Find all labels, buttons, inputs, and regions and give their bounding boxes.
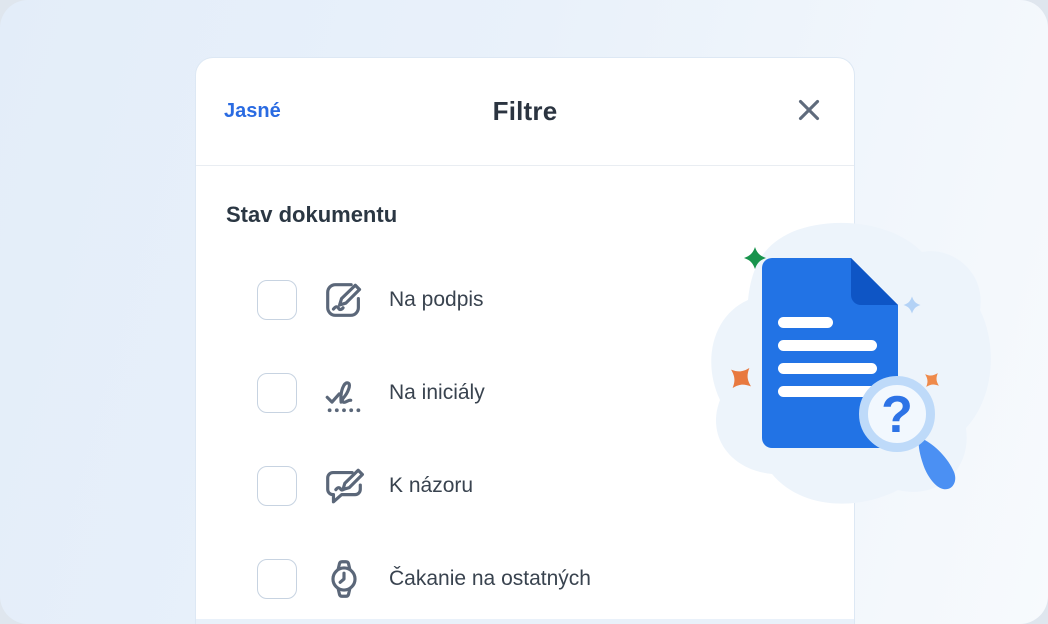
filter-label: Na iniciály (389, 381, 485, 404)
filter-label: Čakanie na ostatných (389, 567, 591, 590)
sparkle-blue-icon (903, 296, 921, 314)
filter-screen: Jasné Filtre Stav dokumentu Na podpis Na… (0, 0, 1048, 624)
section-title: Stav dokumentu (226, 202, 398, 227)
sign-document-icon (321, 277, 367, 323)
comment-pen-icon (321, 463, 367, 509)
filter-rows: Na podpis Na iniciály K názoru Čakanie n… (226, 280, 824, 599)
watch-icon (321, 556, 367, 602)
svg-text:?: ? (881, 386, 913, 444)
checkbox-na-inicialy[interactable] (257, 373, 297, 413)
magnifier-handle (918, 438, 956, 490)
clear-filters-button[interactable]: Jasné (224, 100, 281, 123)
sparkle-orange-right-icon (925, 373, 939, 387)
close-button[interactable] (792, 95, 826, 129)
filter-label: K názoru (389, 474, 474, 497)
filter-row-na-podpis[interactable]: Na podpis (226, 280, 824, 320)
magnifier-question-icon: ? (859, 376, 935, 452)
close-x-icon (796, 97, 822, 126)
checkbox-cakanie[interactable] (257, 559, 297, 599)
checkbox-k-nazoru[interactable] (257, 466, 297, 506)
next-section-divider (196, 619, 854, 624)
filter-label: Na podpis (389, 288, 484, 311)
filter-row-k-nazoru[interactable]: K názoru (226, 466, 824, 506)
document-status-section: Stav dokumentu Na podpis Na iniciály K n… (196, 166, 854, 599)
filter-row-na-inicialy[interactable]: Na iniciály (226, 373, 824, 413)
checkbox-na-podpis[interactable] (257, 280, 297, 320)
filter-panel: Jasné Filtre Stav dokumentu Na podpis Na… (195, 57, 855, 624)
filter-row-cakanie[interactable]: Čakanie na ostatných (226, 559, 824, 599)
initials-signature-icon (321, 370, 367, 416)
filter-panel-header: Jasné Filtre (196, 58, 854, 166)
panel-title: Filtre (492, 96, 558, 126)
